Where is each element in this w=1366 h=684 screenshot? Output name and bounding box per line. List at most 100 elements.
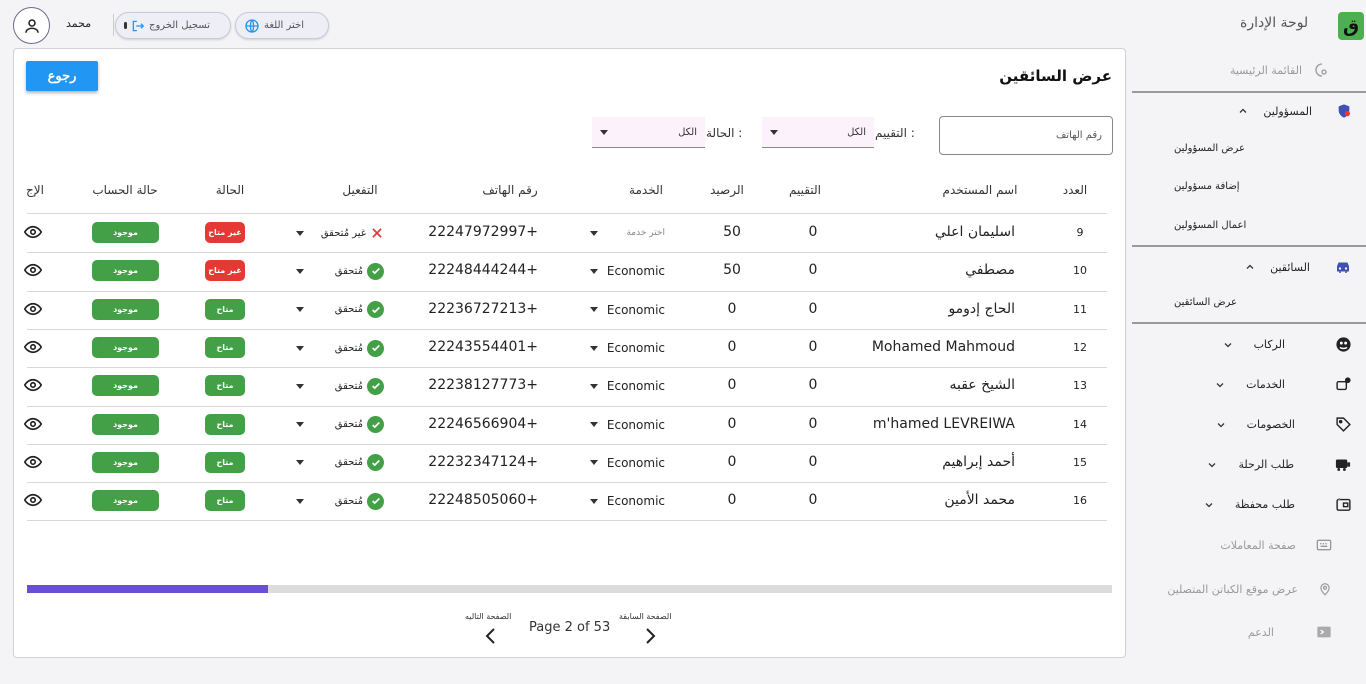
cell-username: أحمد إبراهيم: [942, 453, 1015, 470]
activation-value: مُتحقق: [334, 342, 363, 354]
dropdown-caret-icon: [590, 268, 598, 274]
cell-count: 15: [1073, 455, 1087, 469]
status-badge: غير متاح: [205, 260, 245, 282]
cell-count: 9: [1076, 226, 1084, 240]
eye-icon[interactable]: [24, 417, 42, 431]
dropdown-caret-icon: [590, 345, 598, 351]
eye-icon[interactable]: [24, 302, 42, 316]
sidebar-item-services[interactable]: الخدمات: [1214, 376, 1352, 393]
dropdown-caret-icon: [296, 345, 304, 351]
sidebar-item-label: الخدمات: [1246, 378, 1285, 391]
eye-icon[interactable]: [24, 340, 42, 354]
horizontal-scrollbar-thumb[interactable]: [27, 585, 268, 593]
rating-filter-select[interactable]: الكل: [762, 117, 874, 148]
sidebar-item-support[interactable]: الدعم: [1248, 625, 1332, 639]
sidebar-sub-add-admins[interactable]: إضافة مسؤولين: [1174, 181, 1240, 192]
col-header-status: الحالة: [215, 183, 245, 197]
page-title: عرض السائقين: [999, 67, 1112, 85]
cell-count: 11: [1073, 302, 1087, 316]
sidebar-item-wallet-request[interactable]: طلب محفظة: [1203, 496, 1352, 513]
sidebar-sub-view-admins[interactable]: عرض المسؤولين: [1174, 143, 1245, 154]
cell-username: Mohamed Mahmoud: [871, 339, 1015, 356]
cell-phone: 22248444244+: [428, 262, 538, 279]
status-filter-label: الحالة :: [706, 126, 743, 140]
status-filter-select[interactable]: الكل: [592, 117, 705, 148]
sidebar-item-connected-map[interactable]: عرض موقع الكباتن المتصلين: [1167, 581, 1332, 597]
sidebar-divider: [1132, 322, 1366, 324]
col-header-account: حالة الحساب: [92, 183, 158, 197]
service-select[interactable]: Economic: [590, 378, 665, 394]
activation-select[interactable]: مُتحقق: [296, 454, 384, 472]
activation-select[interactable]: مُتحقق: [296, 301, 384, 319]
account-status-badge: موجود: [92, 490, 159, 512]
activation-select[interactable]: مُتحقق: [296, 262, 384, 280]
verified-check-icon: [367, 492, 384, 510]
service-select[interactable]: Economic: [590, 455, 665, 471]
keyboard-icon: [1316, 539, 1332, 551]
sidebar-sub-view-drivers[interactable]: عرض السائقين: [1174, 297, 1237, 308]
cell-username: الشيخ عقبه: [949, 377, 1015, 394]
verified-check-icon: [367, 377, 384, 395]
eye-icon[interactable]: [24, 263, 42, 277]
verified-check-icon: [367, 301, 384, 319]
sidebar-item-transactions[interactable]: صفحة المعاملات: [1220, 538, 1332, 552]
activation-select[interactable]: مُتحقق: [296, 416, 384, 434]
sidebar-item-label: عرض موقع الكباتن المتصلين: [1167, 582, 1298, 596]
service-select[interactable]: Economic: [590, 263, 665, 279]
phone-search-input[interactable]: رقم الهاتف: [939, 116, 1113, 155]
dropdown-caret-icon: [590, 383, 598, 389]
dropdown-caret-icon: [296, 307, 304, 313]
sidebar-item-home[interactable]: القائمة الرئيسية: [1230, 62, 1330, 78]
logout-button[interactable]: تسجيل الخروج: [115, 12, 231, 39]
verified-check-icon: [367, 339, 384, 357]
service-value: Economic: [606, 264, 665, 279]
service-select[interactable]: Economic: [590, 302, 665, 318]
activation-value: مُتحقق: [334, 304, 363, 316]
eye-icon[interactable]: [24, 493, 42, 507]
eye-icon[interactable]: [24, 455, 42, 469]
cell-count: 16: [1073, 494, 1087, 508]
col-header-rating: التقييم: [789, 183, 821, 197]
chevron-down-icon: [1209, 462, 1216, 467]
riders-icon: [1336, 337, 1351, 352]
eye-icon[interactable]: [24, 225, 42, 239]
chevron-left-icon[interactable]: [483, 626, 497, 646]
activation-select[interactable]: مُتحقق: [296, 377, 384, 395]
sidebar-item-admins[interactable]: المسؤولين: [1237, 103, 1352, 119]
tag-icon: [1336, 417, 1351, 432]
activation-select[interactable]: مُتحقق: [296, 339, 384, 357]
service-value: Economic: [606, 379, 665, 394]
sidebar-item-drivers[interactable]: السائقين: [1244, 259, 1352, 275]
sidebar-item-label: صفحة المعاملات: [1220, 538, 1296, 552]
col-header-service: الخدمة: [629, 183, 663, 197]
chevron-down-icon: [1216, 382, 1224, 387]
service-select[interactable]: Economic: [590, 417, 665, 433]
back-button[interactable]: رجوع: [26, 61, 98, 91]
dropdown-caret-icon: [296, 383, 304, 389]
activation-value: مُتحقق: [334, 265, 363, 277]
service-select[interactable]: Economic: [590, 493, 665, 509]
status-filter-value: الكل: [678, 126, 697, 138]
sidebar-sub-admin-actions[interactable]: اعمال المسؤولين: [1174, 220, 1246, 231]
activation-select[interactable]: مُتحقق: [296, 492, 384, 510]
chevron-right-icon[interactable]: [644, 626, 658, 646]
eye-icon[interactable]: [24, 378, 42, 392]
language-button[interactable]: اختر اللغة: [235, 12, 329, 39]
sidebar-item-trip-request[interactable]: طلب الرحلة: [1206, 456, 1352, 473]
avatar[interactable]: [13, 7, 50, 44]
status-badge: متاح: [205, 413, 245, 435]
cell-balance: 0: [727, 300, 737, 317]
sidebar-item-label: السائقين: [1270, 260, 1310, 274]
sidebar-title: لوحة الإدارة: [1240, 15, 1309, 31]
trip-request-icon: [1335, 459, 1351, 471]
divider: [113, 14, 114, 36]
service-select[interactable]: اختر خدمة: [590, 225, 665, 241]
status-badge: غير متاح: [205, 222, 245, 244]
activation-select[interactable]: غير مُتحقق: [296, 225, 384, 241]
dropdown-caret-icon: [296, 268, 304, 274]
sidebar-item-discounts[interactable]: الخصومات: [1215, 416, 1352, 433]
verified-check-icon: [367, 416, 384, 434]
sidebar-item-riders[interactable]: الركاب: [1222, 336, 1352, 353]
service-select[interactable]: Economic: [590, 340, 665, 356]
cell-rating: 0: [808, 224, 818, 241]
